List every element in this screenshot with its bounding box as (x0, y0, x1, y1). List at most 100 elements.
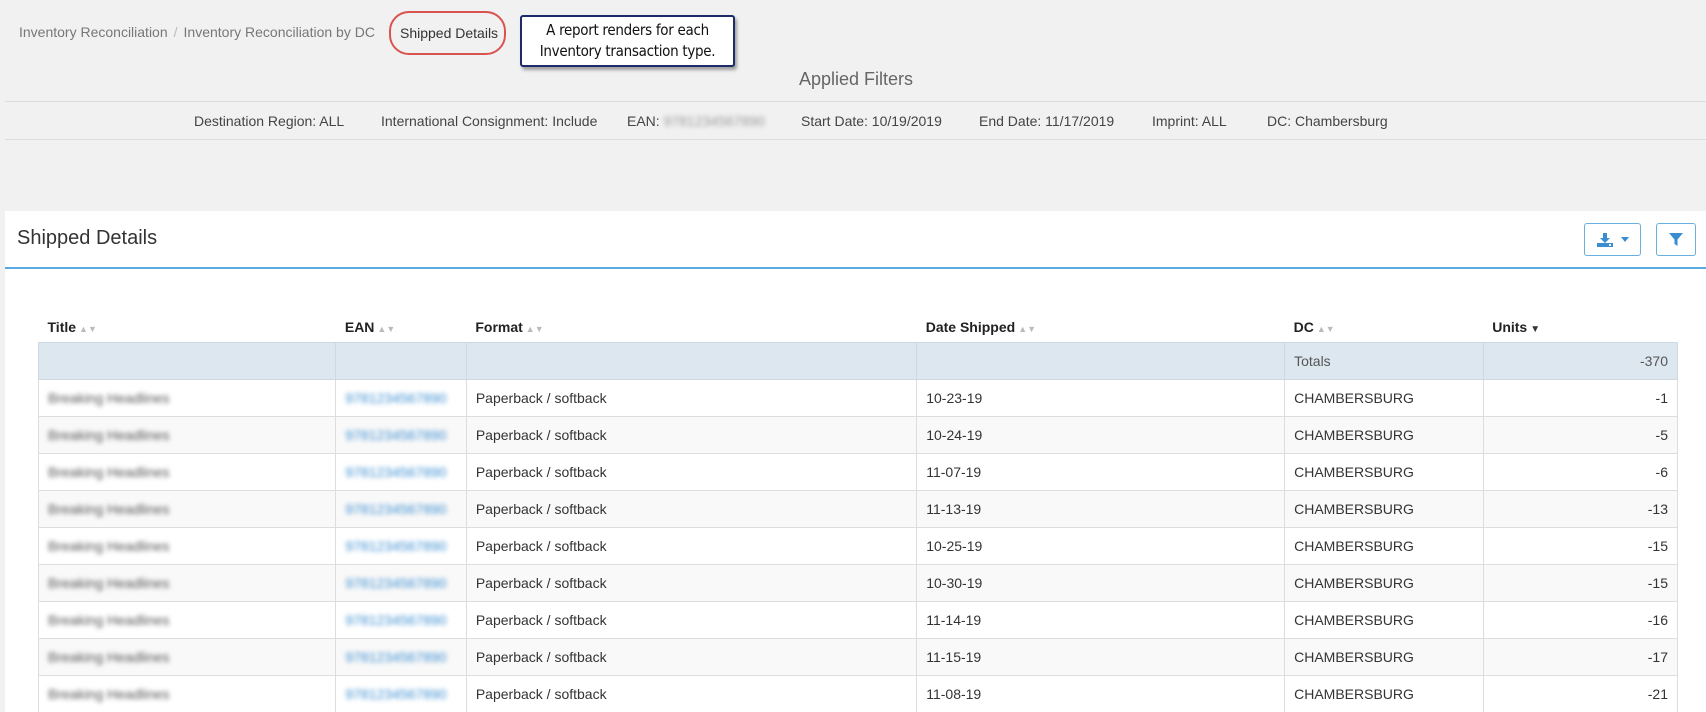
cell-format: Paperback / softback (465, 563, 918, 602)
download-button[interactable] (1584, 223, 1641, 256)
cell-title: Breaking Headlines (37, 526, 337, 565)
filter-destination-region: Destination Region: ALL (194, 112, 345, 129)
cell-dc: CHAMBERSBURG (1284, 378, 1484, 417)
cell-format: Paperback / softback (465, 378, 918, 417)
cell-title-text: Breaking Headlines (48, 648, 170, 665)
cell-units: -5 (1482, 415, 1679, 454)
filter-icon (1669, 232, 1683, 246)
totals-label: Totals (1284, 341, 1484, 380)
column-header-date-shipped[interactable]: Date Shipped ▲▼ (917, 298, 1285, 342)
cell-title-text: Breaking Headlines (48, 500, 170, 517)
cell-date-shipped: 11-13-19 (916, 489, 1286, 528)
cell-ean-link[interactable]: 9781234567890 (335, 563, 467, 602)
cell-format: Paperback / softback (465, 600, 918, 639)
cell-date-shipped: 10-30-19 (916, 563, 1286, 602)
column-label: Title (47, 318, 77, 335)
sort-icon: ▲▼ (1018, 323, 1037, 334)
cell-dc: CHAMBERSBURG (1284, 452, 1484, 491)
cell-ean-link[interactable]: 9781234567890 (335, 526, 467, 565)
cell-date-shipped: 10-23-19 (916, 378, 1286, 417)
cell-dc: CHAMBERSBURG (1284, 674, 1484, 712)
cell-units: -15 (1482, 563, 1679, 602)
filter-end-date: End Date: 11/17/2019 (979, 112, 1115, 129)
applied-filters-bar: Destination Region: ALL International Co… (5, 101, 1706, 140)
panel-title: Shipped Details (17, 227, 158, 249)
filter-dc: DC: Chambersburg (1267, 112, 1388, 129)
cell-units: -6 (1482, 452, 1679, 491)
sort-icon: ▲▼ (525, 323, 544, 334)
download-icon (1596, 232, 1613, 247)
filter-button[interactable] (1656, 223, 1696, 256)
cell-ean-link-text[interactable]: 9781234567890 (345, 501, 446, 517)
cell-title: Breaking Headlines (37, 563, 337, 602)
applied-filters-title: Applied Filters (798, 69, 914, 89)
callout-line-1: A report renders for each (546, 21, 709, 39)
cell-ean-link-text[interactable]: 9781234567890 (345, 464, 446, 480)
cell-title: Breaking Headlines (37, 415, 337, 454)
totals-cell (916, 341, 1286, 380)
cell-date-shipped: 11-15-19 (916, 637, 1286, 676)
cell-ean-link-text[interactable]: 9781234567890 (345, 575, 446, 591)
cell-ean-link-text[interactable]: 9781234567890 (345, 686, 446, 702)
column-header-format[interactable]: Format ▲▼ (466, 298, 916, 342)
callout-line-2: Inventory transaction type. (539, 42, 716, 60)
breadcrumb-inventory-reconciliation[interactable]: Inventory Reconciliation (19, 24, 168, 40)
table-row: Breaking Headlines 9781234567890 Paperback… (37, 600, 1679, 639)
cell-ean-link[interactable]: 9781234567890 (335, 674, 467, 712)
cell-units: -21 (1482, 674, 1679, 712)
panel-header: Shipped Details (5, 211, 1706, 269)
cell-title-text: Breaking Headlines (48, 685, 170, 702)
cell-dc: CHAMBERSBURG (1284, 489, 1484, 528)
totals-cell (37, 341, 337, 380)
cell-ean-link-text[interactable]: 9781234567890 (345, 427, 446, 443)
filter-international-consignment: International Consignment: Include (381, 112, 598, 129)
cell-ean-link-text[interactable]: 9781234567890 (345, 649, 446, 665)
cell-format: Paperback / softback (465, 674, 918, 712)
cell-title: Breaking Headlines (37, 600, 337, 639)
cell-ean-link-text[interactable]: 9781234567890 (345, 612, 446, 628)
totals-row: Totals -370 (37, 341, 1679, 380)
column-label: Units (1492, 318, 1528, 335)
cell-title-text: Breaking Headlines (48, 426, 170, 443)
column-header-dc[interactable]: DC ▲▼ (1285, 298, 1484, 342)
table-row: Breaking Headlines 9781234567890 Paperback… (37, 637, 1679, 676)
breadcrumb-inventory-reconciliation-by-dc[interactable]: Inventory Reconciliation by DC (184, 24, 375, 40)
cell-ean-link[interactable]: 9781234567890 (335, 415, 467, 454)
column-label: DC (1293, 318, 1314, 335)
column-header-units[interactable]: Units ▼ (1483, 298, 1677, 342)
cell-title-text: Breaking Headlines (48, 611, 170, 628)
cell-ean-link[interactable]: 9781234567890 (335, 489, 467, 528)
table-row: Breaking Headlines 9781234567890 Paperback… (37, 489, 1679, 528)
column-header-title[interactable]: Title ▲▼ (39, 298, 336, 342)
filter-ean-label: EAN: (627, 112, 660, 129)
cell-title-text: Breaking Headlines (48, 463, 170, 480)
table-row: Breaking Headlines 9781234567890 Paperback… (37, 452, 1679, 491)
cell-dc: CHAMBERSBURG (1284, 600, 1484, 639)
cell-dc: CHAMBERSBURG (1284, 637, 1484, 676)
cell-date-shipped: 11-08-19 (916, 674, 1286, 712)
cell-format: Paperback / softback (465, 526, 918, 565)
cell-units: -15 (1482, 526, 1679, 565)
cell-dc: CHAMBERSBURG (1284, 526, 1484, 565)
cell-ean-link[interactable]: 9781234567890 (335, 600, 467, 639)
caret-down-icon (1620, 237, 1629, 242)
filter-imprint: Imprint: ALL (1152, 112, 1227, 129)
cell-format: Paperback / softback (465, 415, 918, 454)
sort-descending-icon: ▼ (1530, 323, 1541, 335)
cell-title: Breaking Headlines (37, 489, 337, 528)
totals-value: -370 (1482, 341, 1679, 380)
cell-ean-link[interactable]: 9781234567890 (335, 637, 467, 676)
breadcrumb: Inventory Reconciliation / Inventory Rec… (19, 11, 506, 55)
column-header-ean[interactable]: EAN ▲▼ (336, 298, 466, 342)
cell-format: Paperback / softback (465, 637, 918, 676)
cell-ean-link[interactable]: 9781234567890 (335, 378, 467, 417)
cell-dc: CHAMBERSBURG (1284, 415, 1484, 454)
cell-title-text: Breaking Headlines (48, 389, 170, 406)
filter-ean-value: 9781234567890 (663, 112, 765, 129)
cell-ean-link-text[interactable]: 9781234567890 (345, 538, 446, 554)
cell-date-shipped: 11-14-19 (916, 600, 1286, 639)
cell-ean-link-text[interactable]: 9781234567890 (345, 390, 446, 406)
cell-ean-link[interactable]: 9781234567890 (335, 452, 467, 491)
sort-icon: ▲▼ (1316, 323, 1335, 334)
sort-icon: ▲▼ (377, 323, 396, 334)
